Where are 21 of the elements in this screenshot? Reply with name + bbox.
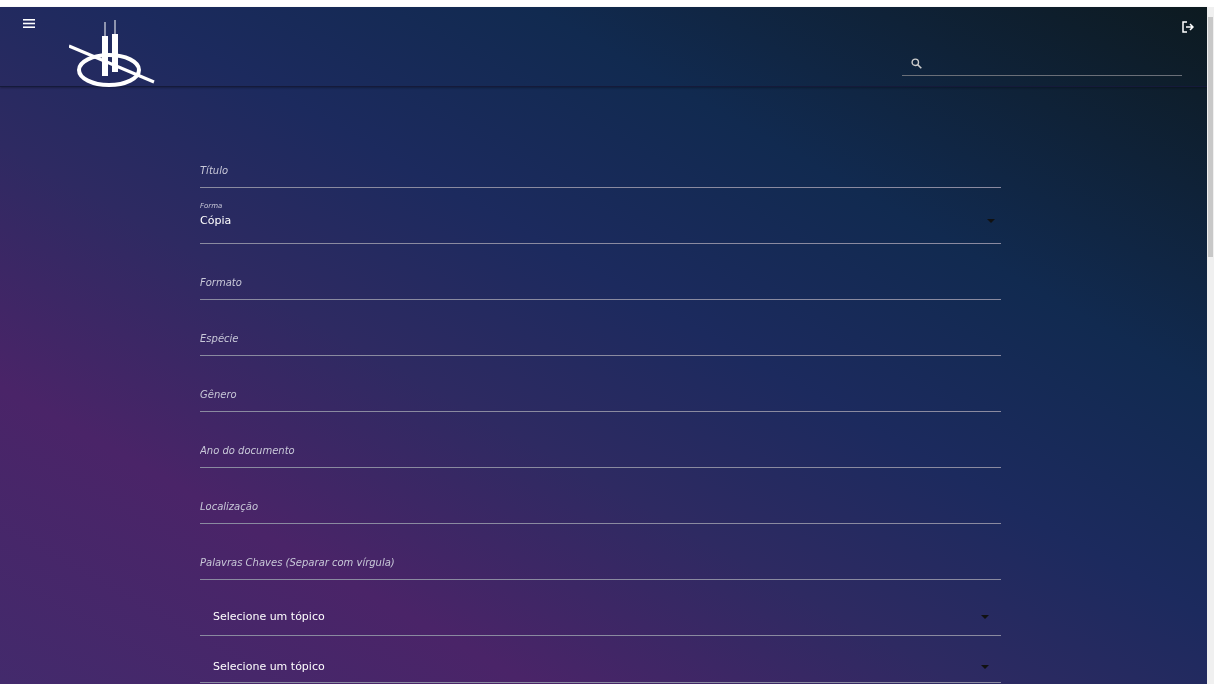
caret-icon (987, 218, 995, 223)
topic-select[interactable]: Selecione um tópico (200, 580, 1001, 636)
logout-icon[interactable] (1182, 21, 1194, 33)
scrollbar[interactable] (1207, 7, 1214, 684)
topic-select[interactable]: Selecione um tópico (200, 636, 1001, 683)
search-icon (911, 57, 922, 69)
search-field[interactable] (902, 55, 1182, 76)
field-value: Cópia (200, 214, 232, 227)
logo-icon[interactable] (69, 20, 155, 88)
caret-icon (981, 664, 989, 669)
input-field[interactable]: Palavras Chaves (Separar com vírgula) (200, 555, 1001, 570)
input-field[interactable]: Título (200, 163, 1001, 178)
caret-icon (981, 614, 989, 619)
field-value: Selecione um tópico (213, 610, 325, 623)
input-field[interactable]: Localização (200, 499, 1001, 514)
input-field[interactable]: Ano do documento (200, 443, 1001, 458)
input-field[interactable]: Gênero (200, 387, 1001, 402)
field-value: Selecione um tópico (213, 660, 325, 673)
input-field[interactable]: Formato (200, 275, 1001, 290)
input-field[interactable]: Espécie (200, 331, 1001, 346)
menu-icon[interactable] (23, 19, 35, 28)
